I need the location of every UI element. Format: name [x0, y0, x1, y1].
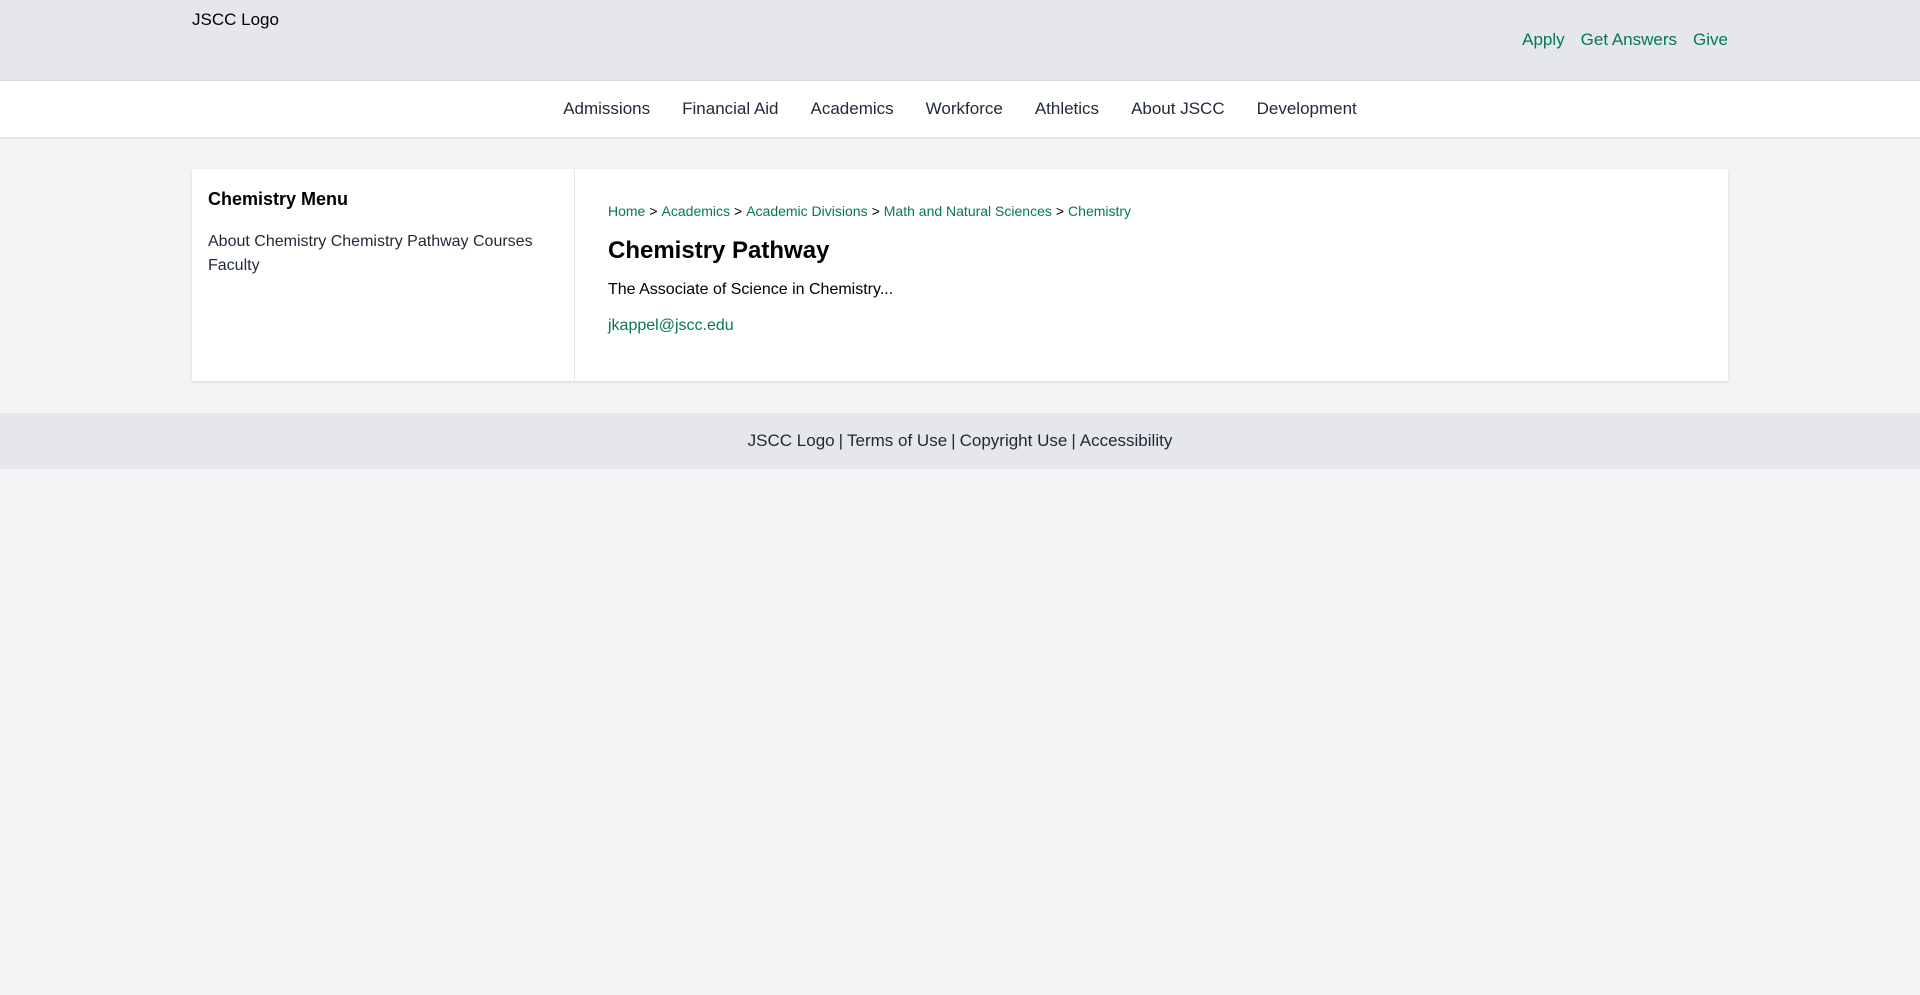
- footer-separator: |: [838, 431, 844, 450]
- footer-terms-link[interactable]: Terms of Use: [847, 431, 947, 451]
- sidebar-item-chemistry-pathway[interactable]: Chemistry Pathway: [331, 233, 469, 250]
- footer-separator: |: [951, 431, 956, 450]
- nav-item-development[interactable]: Development: [1257, 99, 1357, 119]
- nav-item-admissions[interactable]: Admissions: [563, 99, 650, 119]
- give-link[interactable]: Give: [1693, 30, 1728, 50]
- program-description: The Associate of Science in Chemistry...: [608, 281, 894, 298]
- utility-links: Apply Get Answers Give: [1522, 30, 1728, 50]
- footer-copyright-link[interactable]: Copyright Use: [960, 431, 1068, 451]
- footer-accessibility-link[interactable]: Accessibility: [1080, 431, 1173, 451]
- content-card: Chemistry Menu About Chemistry Chemistry…: [192, 169, 1728, 381]
- nav-item-academics[interactable]: Academics: [811, 99, 894, 119]
- nav-item-athletics[interactable]: Athletics: [1035, 99, 1099, 119]
- breadcrumb-separator: >: [734, 203, 743, 219]
- main-content: Home > Academics > Academic Divisions > Math a…: [575, 169, 1728, 381]
- top-utility-bar: JSCC Logo Apply Get Answers Give: [0, 0, 1920, 81]
- breadcrumb-separator: >: [871, 203, 880, 219]
- main-navigation: Admissions Financial Aid Academics Workf…: [0, 81, 1920, 137]
- sidebar-title: Chemistry Menu: [208, 189, 349, 209]
- get-answers-link[interactable]: Get Answers: [1581, 30, 1677, 50]
- page-title: Chemistry Pathway: [608, 237, 830, 264]
- breadcrumb-math-natural-sciences[interactable]: Math and Natural Sciences: [884, 203, 1052, 219]
- breadcrumb-separator: >: [1055, 203, 1065, 219]
- breadcrumb-academic-divisions[interactable]: Academic Divisions: [746, 203, 867, 219]
- nav-item-workforce[interactable]: Workforce: [926, 99, 1003, 119]
- footer-separator: |: [1071, 431, 1076, 450]
- apply-link[interactable]: Apply: [1522, 30, 1565, 50]
- nav-item-financial-aid[interactable]: Financial Aid: [682, 99, 778, 119]
- site-footer: JSCC Logo | Terms of Use | Copyright Use | Acc…: [0, 413, 1920, 469]
- sidebar-item-faculty[interactable]: Faculty: [208, 257, 260, 274]
- chemistry-sidebar: Chemistry Menu About Chemistry Chemistry…: [192, 169, 575, 381]
- nav-item-about-jscc[interactable]: About JSCC: [1131, 99, 1225, 119]
- sidebar-menu: About Chemistry Chemistry Pathway Course…: [208, 230, 558, 278]
- sidebar-item-about-chemistry[interactable]: About Chemistry: [208, 233, 326, 250]
- breadcrumb-home[interactable]: Home: [608, 203, 645, 219]
- breadcrumb-separator: >: [649, 203, 658, 219]
- footer-logo[interactable]: JSCC Logo: [748, 431, 835, 451]
- breadcrumb-academics[interactable]: Academics: [662, 203, 730, 219]
- breadcrumb-chemistry[interactable]: Chemistry: [1068, 203, 1131, 219]
- contact-email-link[interactable]: jkappel@jscc.edu: [608, 317, 734, 334]
- breadcrumb: Home > Academics > Academic Divisions > Math a…: [608, 203, 1695, 219]
- site-logo[interactable]: JSCC Logo: [192, 10, 279, 30]
- sidebar-item-courses[interactable]: Courses: [473, 233, 533, 250]
